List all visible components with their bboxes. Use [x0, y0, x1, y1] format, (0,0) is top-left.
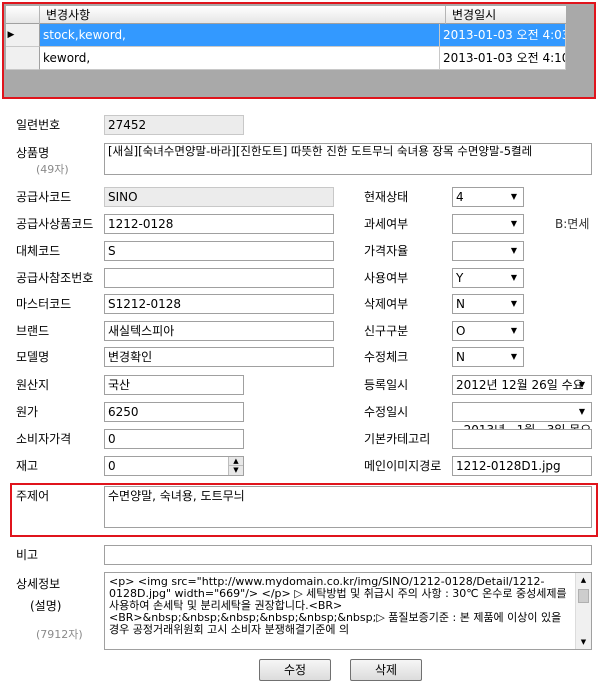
- mod-date-label: 수정일시: [364, 405, 409, 419]
- serial-field[interactable]: 27452: [104, 115, 244, 135]
- spin-down-icon[interactable]: ▼: [229, 466, 243, 475]
- detail-label-sub: (설명): [30, 599, 62, 613]
- consumer-price-field[interactable]: 0: [104, 429, 244, 449]
- note-field[interactable]: [104, 545, 592, 565]
- edit-check-value: N: [456, 350, 465, 364]
- origin-field[interactable]: 국산: [104, 375, 244, 395]
- cost-field[interactable]: 6250: [104, 402, 244, 422]
- new-flag-select[interactable]: O ▼: [452, 321, 524, 341]
- detail-textarea[interactable]: <p> <img src="http://www.mydomain.co.kr/…: [104, 572, 592, 650]
- product-name-count: (49자): [36, 163, 69, 176]
- stock-spinner[interactable]: ▲ ▼: [228, 457, 243, 475]
- tax-select[interactable]: ▼: [452, 214, 524, 234]
- table-cell-date[interactable]: 2013-01-03 오전 4:03: [440, 24, 566, 47]
- alt-code-field[interactable]: S: [104, 241, 334, 261]
- chevron-down-icon[interactable]: ▼: [575, 376, 589, 394]
- chevron-down-icon[interactable]: ▼: [507, 188, 521, 206]
- table-cell-change[interactable]: stock,keword,: [40, 24, 440, 47]
- stock-stepper[interactable]: 0 ▲ ▼: [104, 456, 244, 476]
- chevron-down-icon[interactable]: ▼: [507, 215, 521, 233]
- scroll-up-icon[interactable]: ▲: [576, 573, 591, 587]
- chevron-down-icon[interactable]: ▼: [507, 295, 521, 313]
- current-row-arrow-icon: ▶: [7, 30, 15, 40]
- new-flag-value: O: [456, 324, 466, 338]
- edit-check-select[interactable]: N ▼: [452, 347, 524, 367]
- keywords-label: 주제어: [16, 489, 50, 503]
- supplier-code-field[interactable]: SINO: [104, 187, 334, 207]
- deleted-label: 삭제여부: [364, 297, 409, 311]
- reg-date-value: 2012년 12월 26일 수요: [456, 378, 584, 392]
- supplier-product-code-label: 공급사상품코드: [16, 217, 94, 231]
- save-button[interactable]: 수정: [259, 659, 331, 681]
- column-header-date[interactable]: 변경일시: [446, 6, 566, 24]
- table-cell-date[interactable]: 2013-01-03 오전 4:10: [440, 47, 566, 70]
- consumer-price-label: 소비자가격: [16, 432, 72, 446]
- stock-value: 0: [108, 459, 116, 473]
- supplier-product-code-field[interactable]: 1212-0128: [104, 214, 334, 234]
- delete-button[interactable]: 삭제: [350, 659, 422, 681]
- supplier-ref-label: 공급사참조번호: [16, 271, 94, 285]
- reg-date-label: 등록일시: [364, 378, 409, 392]
- keywords-field[interactable]: 수면양말, 숙녀용, 도트무늬: [104, 486, 592, 528]
- base-category-field[interactable]: [452, 429, 592, 449]
- main-image-field[interactable]: 1212-0128D1.jpg: [452, 456, 592, 476]
- detail-count: (7912자): [36, 628, 83, 641]
- chevron-down-icon[interactable]: ▼: [507, 242, 521, 260]
- brand-field[interactable]: 새실텍스피아: [104, 321, 334, 341]
- reg-date-picker[interactable]: 2012년 12월 26일 수요 ▼: [452, 375, 592, 395]
- status-value: 4: [456, 190, 464, 204]
- history-grid-header: 변경사항 변경일시: [6, 6, 566, 24]
- price-auto-select[interactable]: ▼: [452, 241, 524, 261]
- price-auto-label: 가격자율: [364, 244, 409, 258]
- chevron-down-icon[interactable]: ▼: [507, 348, 521, 366]
- scroll-thumb[interactable]: [578, 589, 589, 603]
- serial-label: 일련번호: [16, 118, 61, 132]
- origin-label: 원산지: [16, 378, 50, 392]
- supplier-ref-field[interactable]: [104, 268, 334, 288]
- master-code-label: 마스터코드: [16, 297, 72, 311]
- column-header-change[interactable]: 변경사항: [40, 6, 446, 24]
- supplier-code-label: 공급사코드: [16, 190, 72, 204]
- stock-label: 재고: [16, 459, 39, 473]
- header-corner: [6, 6, 40, 24]
- chevron-down-icon[interactable]: ▼: [507, 269, 521, 287]
- master-code-field[interactable]: S1212-0128: [104, 294, 334, 314]
- deleted-select[interactable]: N ▼: [452, 294, 524, 314]
- base-category-label: 기본카테고리: [364, 432, 431, 446]
- cost-label: 원가: [16, 405, 39, 419]
- in-use-value: Y: [456, 271, 464, 285]
- status-label: 현재상태: [364, 190, 409, 204]
- detail-scrollbar[interactable]: ▲ ▼: [575, 573, 591, 649]
- in-use-select[interactable]: Y ▼: [452, 268, 524, 288]
- chevron-down-icon[interactable]: ▼: [575, 403, 589, 421]
- scroll-down-icon[interactable]: ▼: [576, 635, 591, 649]
- mod-date-picker[interactable]: 2013년 1월 3일 목요▼: [452, 402, 592, 437]
- in-use-label: 사용여부: [364, 271, 409, 285]
- product-name-field[interactable]: [새실][숙녀수면양말-바라][진한도트] 따뜻한 진한 도트무늬 숙녀용 장목…: [104, 143, 592, 175]
- deleted-value: N: [456, 297, 465, 311]
- note-label: 비고: [16, 548, 39, 562]
- tax-note: B:면세: [555, 217, 590, 231]
- spin-up-icon[interactable]: ▲: [229, 457, 243, 466]
- detail-text: <p> <img src="http://www.mydomain.co.kr/…: [109, 575, 567, 636]
- detail-label: 상세정보: [16, 577, 61, 591]
- chevron-down-icon[interactable]: ▼: [507, 322, 521, 340]
- tax-label: 과세여부: [364, 217, 409, 231]
- alt-code-label: 대체코드: [16, 244, 61, 258]
- new-flag-label: 신구구분: [364, 324, 409, 338]
- status-select[interactable]: 4 ▼: [452, 187, 524, 207]
- brand-label: 브랜드: [16, 324, 50, 338]
- main-image-label: 메인이미지경로: [364, 459, 442, 473]
- row-header[interactable]: [6, 47, 40, 70]
- edit-check-label: 수정체크: [364, 350, 409, 364]
- model-label: 모델명: [16, 350, 50, 364]
- model-field[interactable]: 변경확인: [104, 347, 334, 367]
- table-cell-change[interactable]: keword,: [40, 47, 440, 70]
